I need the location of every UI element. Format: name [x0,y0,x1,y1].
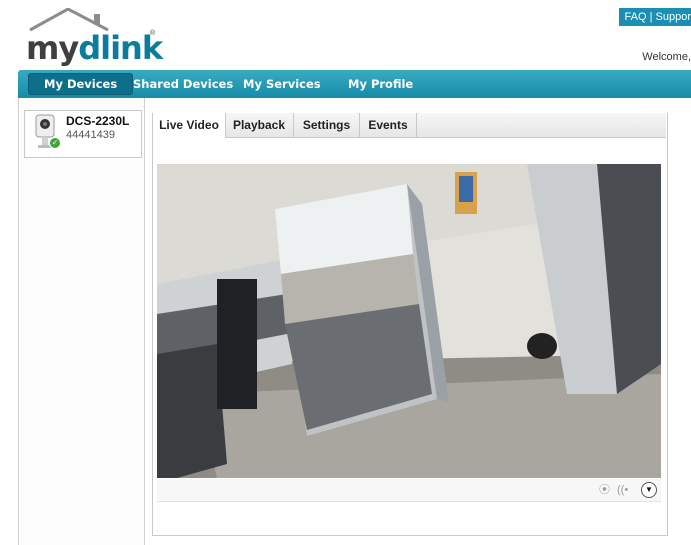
device-tabs: Live Video Playback Settings Events [152,113,666,138]
nav-my-services[interactable]: My Services [243,70,321,98]
device-sidebar: ✓ DCS-2230L 44441439 [18,98,145,545]
main-nav: My Devices Shared Devices My Services My… [18,70,691,98]
record-icon[interactable]: ⦿ [599,482,610,498]
video-controls: ⦿ ((• ▼ [157,479,661,502]
video-frame [157,164,661,478]
top-links: FAQ | Suppor [618,8,691,26]
live-video-feed[interactable] [157,164,661,478]
chevron-down-icon[interactable]: ▼ [641,482,657,498]
device-card[interactable]: ✓ DCS-2230L 44441439 [24,110,142,158]
tab-playback[interactable]: Playback [225,113,294,137]
device-name: DCS-2230L [66,114,130,128]
logo-text: mydlink [26,29,163,67]
tab-events[interactable]: Events [360,113,417,137]
link-separator: | [649,11,653,23]
status-online-icon: ✓ [49,137,61,149]
nav-shared-devices[interactable]: Shared Devices [133,70,233,98]
trademark: ® [150,30,156,37]
nav-my-profile[interactable]: My Profile [348,70,413,98]
faq-link[interactable]: FAQ [625,11,647,23]
tab-settings[interactable]: Settings [294,113,360,137]
support-link[interactable]: Suppor [656,11,691,23]
nav-my-devices[interactable]: My Devices [28,73,134,95]
audio-icon[interactable]: ((• [617,482,628,498]
welcome-text: Welcome, [642,51,691,63]
device-id: 44441439 [66,129,115,141]
mydlink-logo[interactable]: mydlink ® [26,8,166,68]
tab-live-video[interactable]: Live Video [152,113,226,138]
